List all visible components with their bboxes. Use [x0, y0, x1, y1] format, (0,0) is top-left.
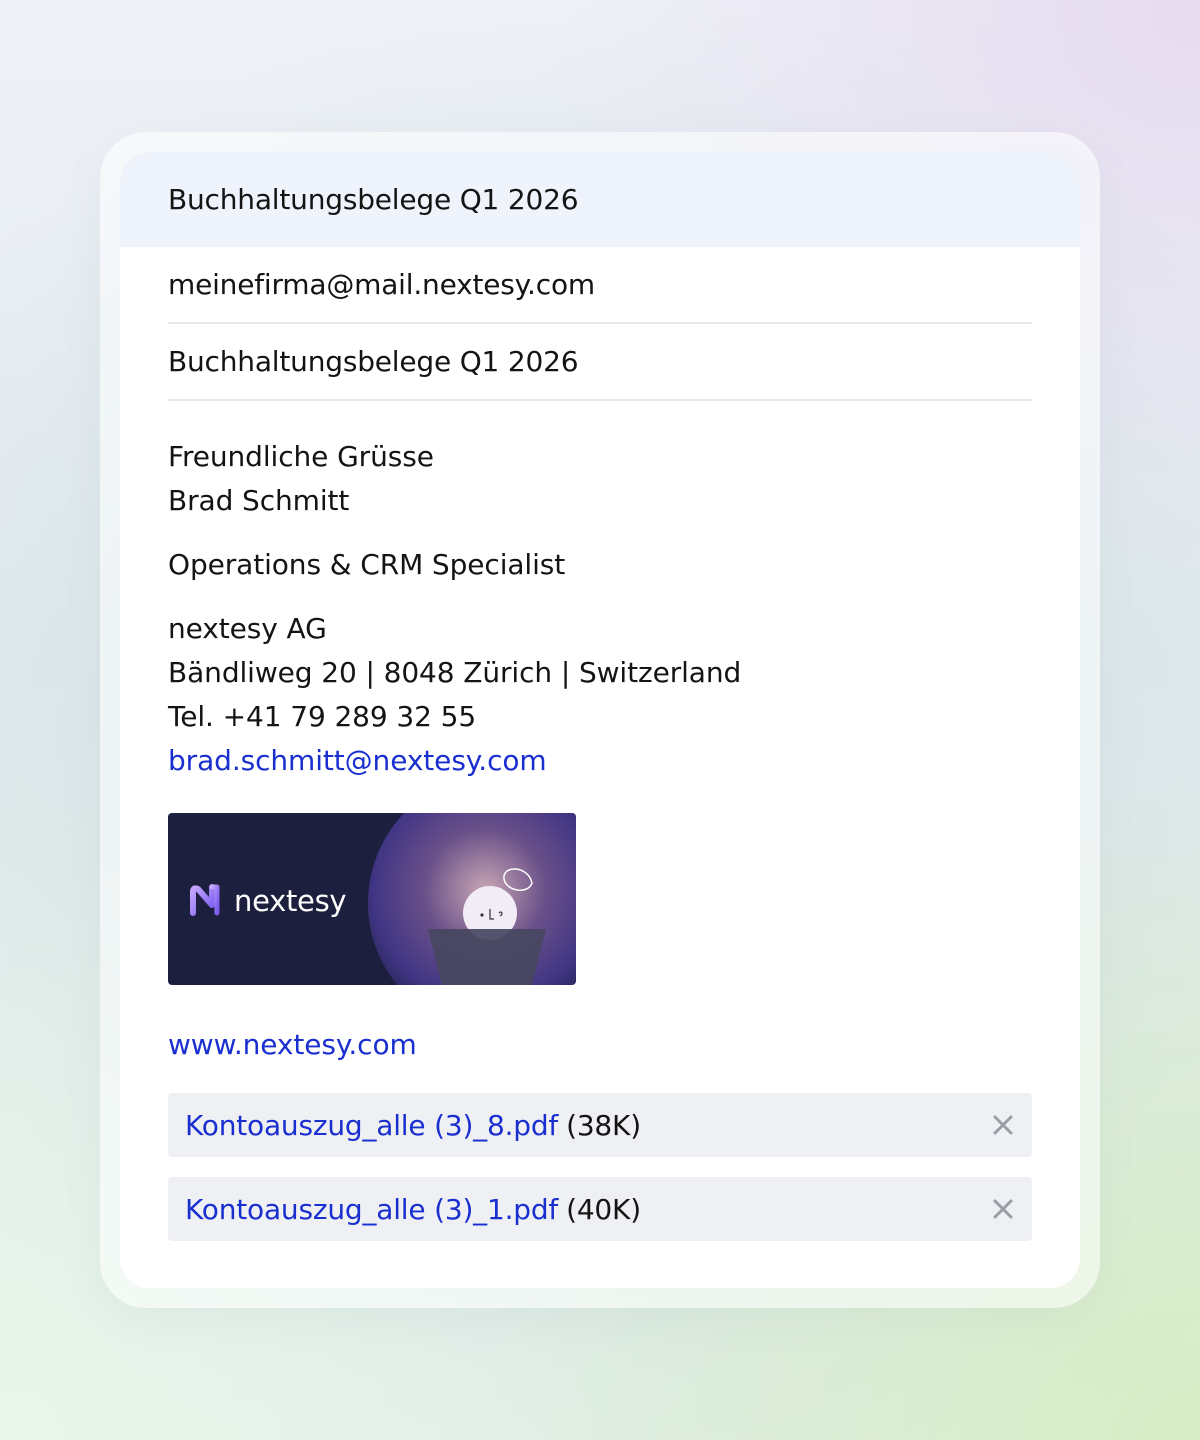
signature-website: www.nextesy.com	[168, 1023, 1032, 1067]
signature-banner: nextesy	[168, 813, 576, 985]
signature-role: Operations & CRM Specialist	[168, 548, 566, 581]
card-title: Buchhaltungsbelege Q1 2026	[168, 183, 579, 216]
email-body[interactable]: Freundliche Grüsse Brad Schmitt Operatio…	[168, 435, 1032, 1067]
signature-greeting-block: Freundliche Grüsse Brad Schmitt	[168, 435, 1032, 523]
email-compose-card: Buchhaltungsbelege Q1 2026 meinefirma@ma…	[120, 152, 1080, 1288]
subject-field[interactable]: Buchhaltungsbelege Q1 2026	[168, 324, 1032, 401]
close-icon[interactable]	[992, 1114, 1014, 1136]
signature-name: Brad Schmitt	[168, 484, 350, 517]
attachment-size: (40K)	[566, 1192, 641, 1226]
website-link[interactable]: www.nextesy.com	[168, 1028, 417, 1061]
mascot-illustration-icon	[428, 868, 546, 985]
nextesy-logo-icon	[190, 884, 220, 916]
attachment-item: Kontoauszug_alle (3)_1.pdf (40K)	[168, 1177, 1032, 1241]
attachment-link[interactable]: Kontoauszug_alle (3)_1.pdf	[185, 1193, 558, 1226]
attachment-size: (38K)	[566, 1108, 641, 1142]
banner-wordmark: nextesy	[234, 884, 347, 918]
signature-email-link[interactable]: brad.schmitt@nextesy.com	[168, 739, 1032, 783]
signature-company: nextesy AG	[168, 612, 327, 645]
signature-company-block: nextesy AG Bändliweg 20 | 8048 Zürich | …	[168, 607, 1032, 783]
attachment-link[interactable]: Kontoauszug_alle (3)_8.pdf	[185, 1109, 558, 1142]
signature-greeting: Freundliche Grüsse	[168, 440, 434, 473]
email-content: meinefirma@mail.nextesy.com Buchhaltungs…	[120, 247, 1080, 1241]
attachment-list: Kontoauszug_alle (3)_8.pdf (38K) Kontoau…	[168, 1093, 1032, 1241]
signature-address: Bändliweg 20 | 8048 Zürich | Switzerland	[168, 656, 742, 689]
card-header: Buchhaltungsbelege Q1 2026	[120, 152, 1080, 247]
close-icon[interactable]	[992, 1198, 1014, 1220]
attachment-item: Kontoauszug_alle (3)_8.pdf (38K)	[168, 1093, 1032, 1157]
signature-phone: Tel. +41 79 289 32 55	[168, 700, 477, 733]
to-field[interactable]: meinefirma@mail.nextesy.com	[168, 247, 1032, 324]
